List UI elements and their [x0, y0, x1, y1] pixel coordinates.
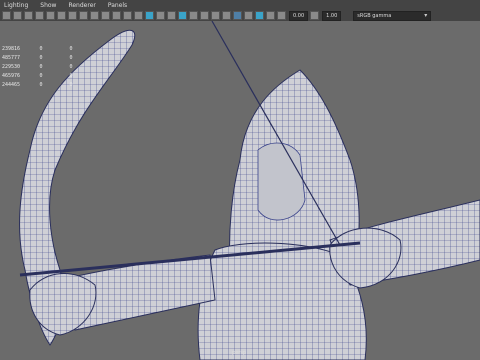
smooth-shade-icon[interactable]: [156, 11, 165, 20]
3d-viewport[interactable]: 239816 0 0 485777 0 0 229530 0 0 465976 …: [0, 21, 480, 360]
panel-menubar: Lighting Show Renderer Panels: [0, 0, 480, 10]
bookmark-icon[interactable]: [24, 11, 33, 20]
screen-space-ao-icon[interactable]: [222, 11, 231, 20]
xray-icon[interactable]: [244, 11, 253, 20]
textured-icon[interactable]: [189, 11, 198, 20]
xray-joints-icon[interactable]: [266, 11, 275, 20]
image-plane-icon[interactable]: [35, 11, 44, 20]
hud-row: 485777 0 0: [2, 55, 73, 61]
use-all-lights-icon[interactable]: [200, 11, 209, 20]
exposure-icon[interactable]: [277, 11, 286, 20]
select-camera-icon[interactable]: [2, 11, 11, 20]
2d-pan-icon[interactable]: [46, 11, 55, 20]
poly-count-hud: 239816 0 0 485777 0 0 229530 0 0 465976 …: [2, 45, 86, 90]
default-material-icon[interactable]: [167, 11, 176, 20]
menu-lighting[interactable]: Lighting: [4, 2, 28, 9]
grease-pencil-icon[interactable]: [57, 11, 66, 20]
safe-action-icon[interactable]: [123, 11, 132, 20]
hud-row: 244465 0 0: [2, 82, 73, 88]
menu-panels[interactable]: Panels: [108, 2, 127, 9]
exposure-field[interactable]: 0.00: [289, 10, 309, 21]
hud-row: 465976 0 0: [2, 73, 73, 79]
film-gate-icon[interactable]: [79, 11, 88, 20]
face-mask: [257, 142, 306, 221]
safe-title-icon[interactable]: [134, 11, 143, 20]
resolution-gate-icon[interactable]: [90, 11, 99, 20]
gate-mask-icon[interactable]: [101, 11, 110, 20]
field-chart-icon[interactable]: [112, 11, 121, 20]
color-space-select[interactable]: sRGB gamma: [353, 10, 432, 21]
menu-show[interactable]: Show: [40, 2, 56, 9]
isolate-select-icon[interactable]: [233, 11, 242, 20]
shadows-icon[interactable]: [211, 11, 220, 20]
wireframe-on-shaded-icon[interactable]: [178, 11, 187, 20]
camera-name-label: persp: [232, 350, 247, 356]
hud-row: 239816 0 0: [2, 46, 73, 52]
grid-icon[interactable]: [68, 11, 77, 20]
camera-attributes-icon[interactable]: [13, 11, 22, 20]
gamma-field[interactable]: 1.00: [322, 10, 342, 21]
menu-renderer[interactable]: Renderer: [68, 2, 95, 9]
wireframe-icon[interactable]: [145, 11, 154, 20]
hud-row: 229530 0 0: [2, 64, 73, 70]
gamma-icon[interactable]: [310, 11, 320, 20]
xray-active-components-icon[interactable]: [255, 11, 264, 20]
